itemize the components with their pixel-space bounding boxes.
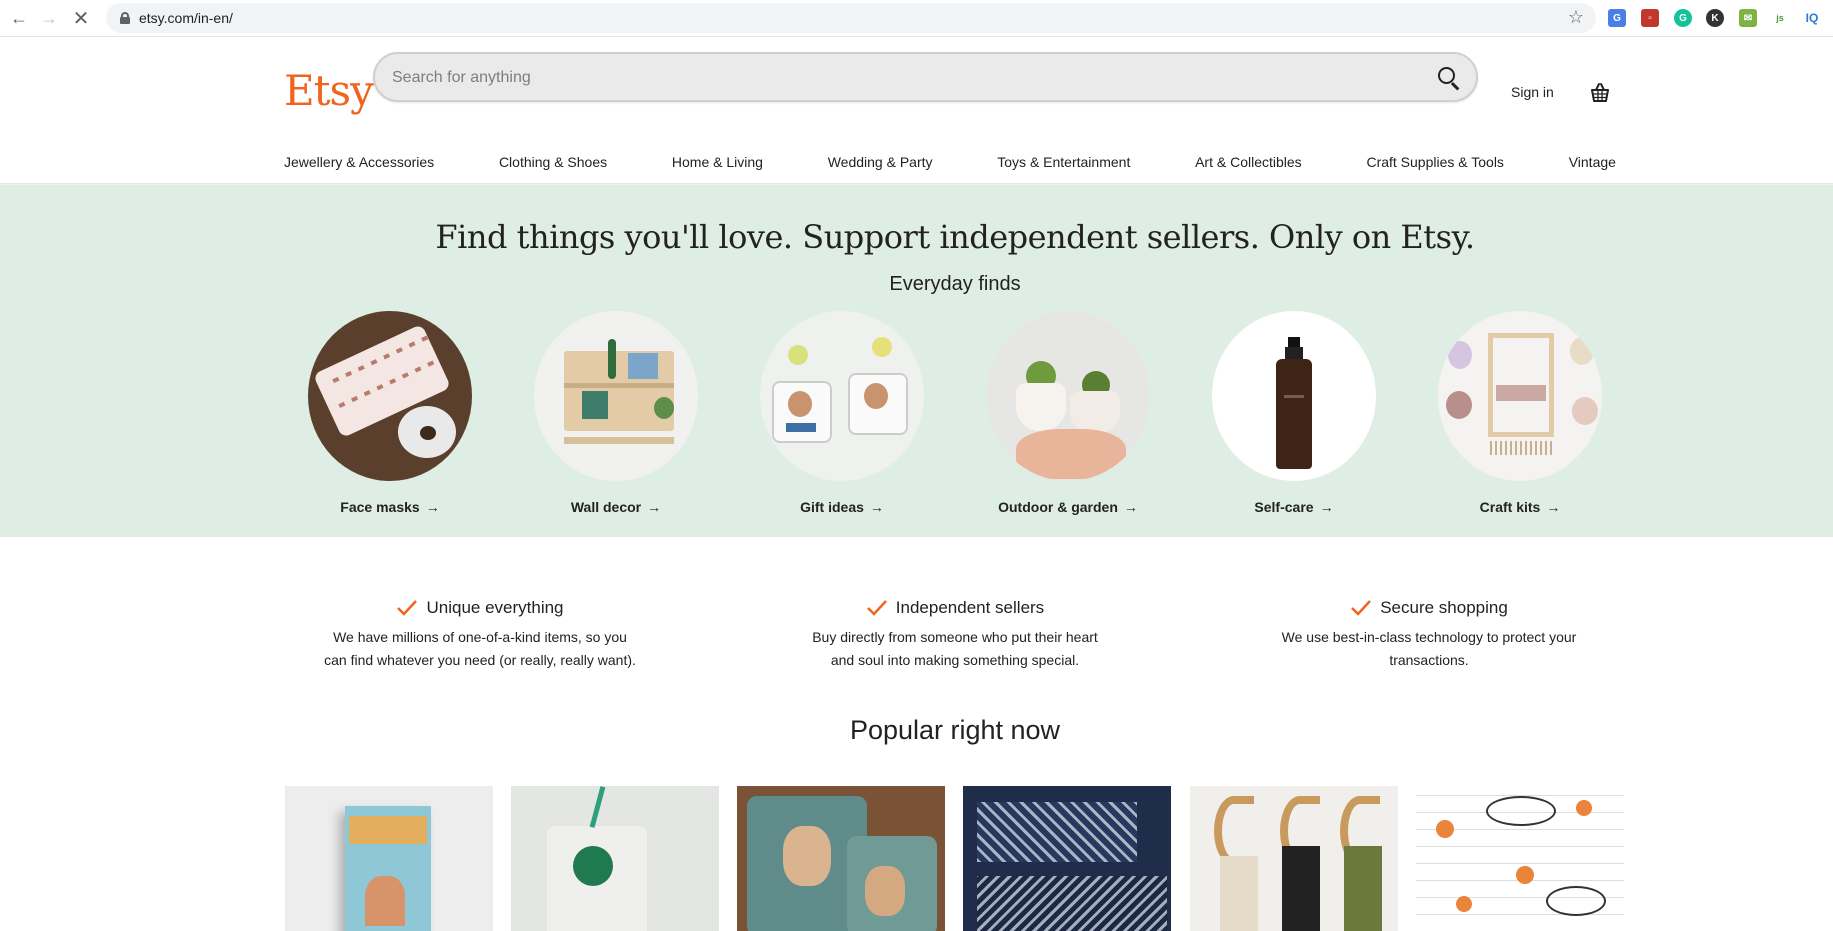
search-input[interactable] <box>392 66 1372 90</box>
everyday-item-outdoor-garden[interactable]: Outdoor & garden → <box>986 311 1150 515</box>
value-prop-independent: Independent sellers Buy directly from so… <box>775 598 1135 672</box>
category-jewellery[interactable]: Jewellery & Accessories <box>284 154 434 172</box>
category-toys[interactable]: Toys & Entertainment <box>997 154 1130 172</box>
craft-kits-image[interactable] <box>1438 311 1602 481</box>
back-arrow-icon[interactable]: ← <box>8 7 30 29</box>
translate-extension-icon[interactable]: G <box>1608 9 1626 27</box>
face-masks-image[interactable] <box>308 311 472 481</box>
everyday-item-gift-ideas[interactable]: Gift ideas → <box>760 311 924 515</box>
green-extension-icon[interactable]: ✉ <box>1739 9 1757 27</box>
etsy-logo[interactable]: Etsy <box>284 66 374 115</box>
category-nav: Jewellery & Accessories Clothing & Shoes… <box>284 154 1616 172</box>
grammarly-extension-icon[interactable]: G <box>1674 9 1692 27</box>
sign-in-link[interactable]: Sign in <box>1511 84 1554 100</box>
value-prop-text: We have millions of one-of-a-kind items,… <box>333 629 627 645</box>
product-card[interactable] <box>285 786 493 931</box>
value-prop-text: and soul into making something special. <box>830 652 1080 668</box>
product-card[interactable] <box>511 786 719 931</box>
arrow-right-icon: → <box>869 499 884 515</box>
arrow-right-icon: → <box>647 499 662 515</box>
gift-ideas-image[interactable] <box>760 311 924 481</box>
value-prop-text: transactions. <box>1389 652 1469 668</box>
everyday-item-craft-kits[interactable]: Craft kits → <box>1438 311 1602 515</box>
cart-icon[interactable] <box>1588 80 1612 104</box>
category-craft-supplies[interactable]: Craft Supplies & Tools <box>1366 154 1503 172</box>
iq-extension-icon[interactable]: IQ <box>1803 9 1821 27</box>
checkmark-icon <box>1351 600 1372 616</box>
outdoor-garden-image[interactable] <box>986 311 1150 481</box>
hero-banner: Find things you'll love. Support indepen… <box>0 185 1833 537</box>
category-vintage[interactable]: Vintage <box>1569 154 1616 172</box>
self-care-image[interactable] <box>1212 311 1376 481</box>
arrow-right-icon: → <box>425 499 440 515</box>
value-prop-secure: Secure shopping We use best-in-class tec… <box>1249 598 1609 672</box>
value-prop-title: Independent sellers <box>895 598 1045 617</box>
category-art[interactable]: Art & Collectibles <box>1195 154 1302 172</box>
hero-subtitle: Everyday finds <box>889 273 1021 295</box>
lock-icon[interactable] <box>120 12 130 24</box>
search-icon[interactable] <box>1436 65 1462 91</box>
url-text[interactable]: etsy.com/in-en/ <box>139 10 233 26</box>
everyday-item-self-care[interactable]: Self-care → <box>1212 311 1376 515</box>
value-prop-text: We use best-in-class technology to prote… <box>1281 629 1577 645</box>
bookmark-star-icon[interactable]: ☆ <box>1568 7 1584 28</box>
craft-kits-label[interactable]: Craft kits <box>1480 499 1541 515</box>
hero-title: Find things you'll love. Support indepen… <box>435 218 1475 256</box>
popular-title: Popular right now <box>849 715 1061 745</box>
forward-arrow-icon[interactable]: → <box>38 7 60 29</box>
product-card[interactable] <box>1416 786 1624 931</box>
browser-toolbar: ← → ✕ etsy.com/in-en/ ☆ G ▫ G K ✉ js IQ <box>0 0 1833 37</box>
search-bar[interactable] <box>373 52 1478 102</box>
everyday-item-face-masks[interactable]: Face masks → <box>308 311 472 515</box>
category-clothing[interactable]: Clothing & Shoes <box>499 154 607 172</box>
product-card[interactable] <box>1190 786 1398 931</box>
checkmark-icon <box>397 600 418 616</box>
gift-ideas-label[interactable]: Gift ideas <box>800 499 864 515</box>
value-prop-text: can find whatever you need (or really, r… <box>324 652 636 668</box>
value-prop-text: Buy directly from someone who put their … <box>812 629 1098 645</box>
wall-decor-image[interactable] <box>534 311 698 481</box>
arrow-right-icon: → <box>1319 499 1334 515</box>
js-extension-icon[interactable]: js <box>1771 9 1789 27</box>
product-card[interactable] <box>737 786 945 931</box>
red-extension-icon[interactable]: ▫ <box>1641 9 1659 27</box>
face-masks-label[interactable]: Face masks <box>340 499 419 515</box>
arrow-right-icon: → <box>1123 499 1138 515</box>
everyday-item-wall-decor[interactable]: Wall decor → <box>534 311 698 515</box>
value-prop-title: Secure shopping <box>1380 598 1508 617</box>
category-home-living[interactable]: Home & Living <box>672 154 763 172</box>
category-wedding-party[interactable]: Wedding & Party <box>828 154 933 172</box>
dark-extension-icon[interactable]: K <box>1706 9 1724 27</box>
value-prop-title: Unique everything <box>426 598 564 617</box>
value-prop-unique: Unique everything We have millions of on… <box>300 598 660 672</box>
arrow-right-icon: → <box>1546 499 1561 515</box>
self-care-label[interactable]: Self-care <box>1254 499 1313 515</box>
wall-decor-label[interactable]: Wall decor <box>571 499 641 515</box>
outdoor-garden-label[interactable]: Outdoor & garden <box>998 499 1118 515</box>
checkmark-icon <box>866 600 887 616</box>
product-card[interactable] <box>963 786 1171 931</box>
address-bar[interactable]: etsy.com/in-en/ ☆ <box>106 3 1596 33</box>
stop-loading-icon[interactable]: ✕ <box>70 7 92 30</box>
